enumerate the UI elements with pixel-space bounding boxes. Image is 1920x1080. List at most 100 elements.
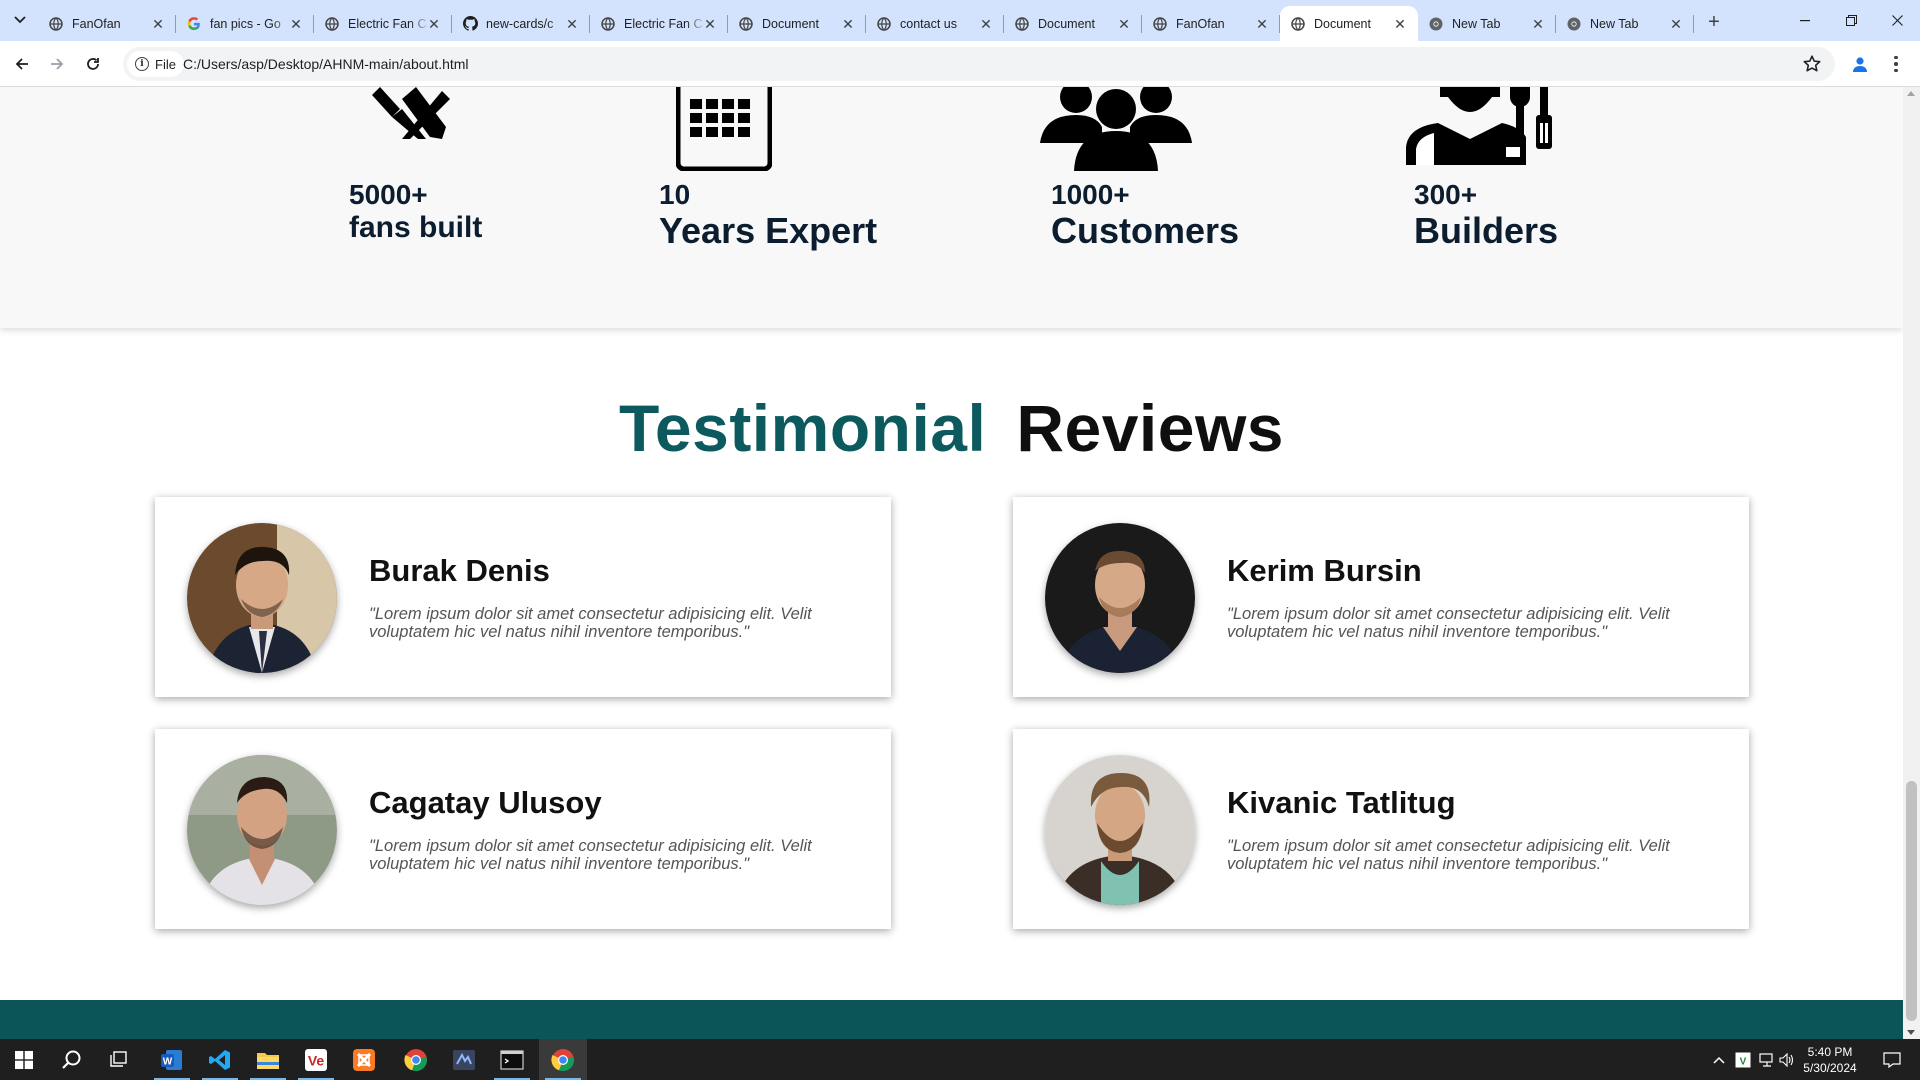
- testimonial-quote: "Lorem ipsum dolor sit amet consectetur …: [369, 605, 812, 641]
- stat-builders: 300+ Builders: [1414, 179, 1558, 251]
- bookmark-star-icon[interactable]: [1801, 53, 1823, 75]
- tab-title: Document: [1314, 16, 1371, 31]
- windows-taskbar: W Ve V 5:40 PM 5/30/2024: [0, 1039, 1920, 1080]
- stat-number: 300+: [1414, 179, 1478, 210]
- browser-tab-active[interactable]: Document ✕: [1280, 6, 1418, 41]
- site-info-chip[interactable]: i File: [127, 51, 184, 77]
- search-button[interactable]: [48, 1039, 96, 1080]
- tab-close-icon[interactable]: ✕: [1392, 16, 1408, 32]
- v-tray-icon: V: [1735, 1052, 1751, 1067]
- forward-button[interactable]: [43, 50, 71, 78]
- page-scrollbar[interactable]: [1903, 87, 1920, 1039]
- chrome-active-icon: [551, 1048, 574, 1071]
- tab-close-icon[interactable]: ✕: [150, 16, 166, 32]
- browser-tab[interactable]: New Tab ✕: [1556, 6, 1694, 41]
- browser-tab[interactable]: Document ✕: [1004, 6, 1142, 41]
- chrome-icon: [1428, 16, 1444, 32]
- word-icon: W: [161, 1049, 182, 1070]
- reload-button[interactable]: [79, 50, 107, 78]
- browser-tab[interactable]: new-cards/c ✕: [452, 6, 590, 41]
- restore-button[interactable]: [1828, 0, 1874, 41]
- avatar: [187, 523, 337, 673]
- word-app[interactable]: W: [148, 1039, 196, 1080]
- browser-tab[interactable]: New Tab ✕: [1418, 6, 1556, 41]
- back-button[interactable]: [8, 50, 36, 78]
- tab-search-button[interactable]: [8, 8, 32, 32]
- notification-icon: [1883, 1051, 1901, 1068]
- network-button[interactable]: [1756, 1039, 1778, 1080]
- browser-tab[interactable]: fan pics - Go ✕: [176, 6, 314, 41]
- vscode-app[interactable]: [196, 1039, 244, 1080]
- tab-close-icon[interactable]: ✕: [978, 16, 994, 32]
- testimonial-name: Cagatay Ulusoy: [369, 785, 602, 820]
- tray-overflow-button[interactable]: [1708, 1039, 1730, 1080]
- browser-tab[interactable]: FanOfan ✕: [38, 6, 176, 41]
- tab-close-icon[interactable]: ✕: [702, 16, 718, 32]
- browser-tab[interactable]: Electric Fan C ✕: [590, 6, 728, 41]
- task-view-button[interactable]: [96, 1039, 144, 1080]
- url-text[interactable]: C:/Users/asp/Desktop/AHNM-main/about.htm…: [183, 56, 469, 72]
- tab-close-icon[interactable]: ✕: [288, 16, 304, 32]
- google-icon: [186, 16, 202, 32]
- tab-close-icon[interactable]: ✕: [840, 16, 856, 32]
- v-app[interactable]: Ve: [292, 1039, 340, 1080]
- svg-text:W: W: [163, 1056, 173, 1067]
- xampp-app[interactable]: [340, 1039, 388, 1080]
- tab-close-icon[interactable]: ✕: [1530, 16, 1546, 32]
- system-clock[interactable]: 5:40 PM 5/30/2024: [1794, 1044, 1866, 1076]
- reload-icon: [87, 58, 99, 70]
- terminal-app[interactable]: [488, 1039, 536, 1080]
- terminal-icon: [500, 1049, 524, 1070]
- start-button[interactable]: [0, 1039, 48, 1080]
- chrome-icon: [1566, 16, 1582, 32]
- browser-tab[interactable]: Document ✕: [728, 6, 866, 41]
- browser-tab[interactable]: Electric Fan C ✕: [314, 6, 452, 41]
- minimize-button[interactable]: [1782, 0, 1828, 41]
- tab-close-icon[interactable]: ✕: [564, 16, 580, 32]
- tab-close-icon[interactable]: ✕: [426, 16, 442, 32]
- tab-list: FanOfan ✕ fan pics - Go ✕ Electric Fan C…: [38, 6, 1728, 41]
- tab-close-icon[interactable]: ✕: [1116, 16, 1132, 32]
- section-heading: Testimonial Reviews: [0, 390, 1903, 466]
- worker-icon: [1406, 87, 1552, 165]
- stat-number: 1000+: [1051, 179, 1130, 210]
- browser-tab[interactable]: contact us ✕: [866, 6, 1004, 41]
- notifications-button[interactable]: [1872, 1039, 1912, 1080]
- browser-tab-strip: FanOfan ✕ fan pics - Go ✕ Electric Fan C…: [0, 0, 1920, 41]
- tab-close-icon[interactable]: ✕: [1254, 16, 1270, 32]
- new-tab-button[interactable]: +: [1700, 9, 1728, 37]
- close-window-button[interactable]: [1874, 0, 1920, 41]
- scrollbar-thumb[interactable]: [1906, 781, 1917, 1021]
- arrow-right-icon: [51, 58, 64, 70]
- stats-section: 5000+ fans built 10 Years Expert 1000+ C…: [0, 87, 1903, 328]
- scroll-down-icon[interactable]: [1907, 1030, 1915, 1035]
- volume-icon: [1779, 1052, 1794, 1067]
- tab-close-icon[interactable]: ✕: [1668, 16, 1684, 32]
- globe-icon: [324, 16, 340, 32]
- chrome-active-app[interactable]: [539, 1039, 587, 1080]
- tray-v-app[interactable]: V: [1732, 1039, 1754, 1080]
- testimonial-name: Kivanic Tatlitug: [1227, 785, 1456, 820]
- stat-customers: 1000+ Customers: [1051, 179, 1239, 251]
- heading-highlight: Testimonial: [618, 391, 987, 465]
- code-editor-app[interactable]: [440, 1039, 488, 1080]
- restore-icon: [1845, 15, 1857, 26]
- file-explorer-app[interactable]: [244, 1039, 292, 1080]
- tools-icon: [372, 87, 450, 139]
- scroll-up-icon[interactable]: [1907, 91, 1915, 96]
- svg-text:Ve: Ve: [308, 1052, 325, 1068]
- svg-text:V: V: [1740, 1056, 1747, 1067]
- tab-title: fan pics - Go: [210, 16, 281, 31]
- profile-button[interactable]: [1846, 50, 1874, 78]
- tab-title: contact us: [900, 16, 957, 31]
- chrome-app[interactable]: [392, 1039, 440, 1080]
- browser-menu-button[interactable]: [1886, 50, 1906, 78]
- task-view-icon: [110, 1050, 127, 1067]
- address-bar[interactable]: i File C:/Users/asp/Desktop/AHNM-main/ab…: [123, 47, 1835, 81]
- site-chip-label: File: [155, 56, 176, 72]
- chevron-up-icon: [1713, 1056, 1725, 1064]
- browser-tab[interactable]: FanOfan ✕: [1142, 6, 1280, 41]
- arrow-left-icon: [15, 58, 28, 70]
- clock-time: 5:40 PM: [1807, 1045, 1853, 1059]
- tab-title: Electric Fan C: [624, 16, 703, 31]
